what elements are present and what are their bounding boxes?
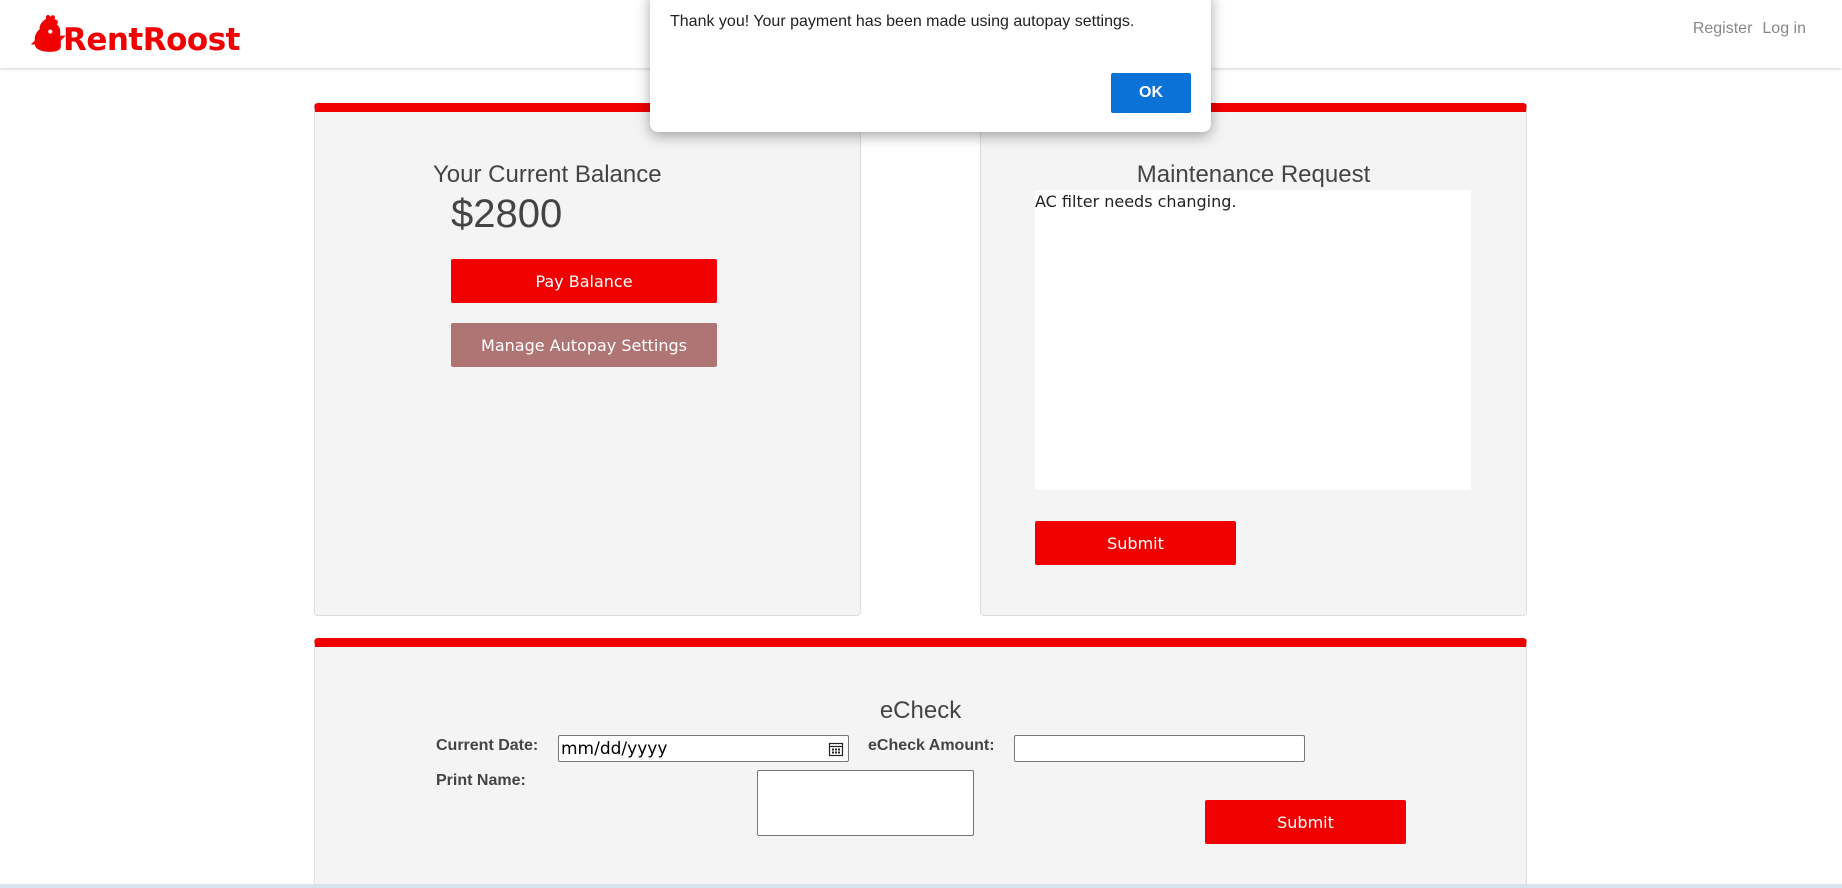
current-date-label: Current Date:	[436, 737, 539, 754]
maintenance-panel: Maintenance Request AC filter needs chan…	[980, 103, 1527, 616]
echeck-submit-button[interactable]: Submit	[1205, 800, 1406, 844]
current-date-input[interactable]: mm/dd/yyyy	[558, 735, 849, 762]
balance-panel: Your Current Balance $2800 Pay Balance M…	[314, 103, 861, 616]
register-link[interactable]: Register	[1693, 20, 1753, 38]
alert-dialog: Thank you! Your payment has been made us…	[650, 0, 1211, 132]
logo[interactable]: RentRoost	[30, 8, 241, 60]
dialog-ok-button[interactable]: OK	[1111, 73, 1191, 113]
print-name-label: Print Name:	[436, 772, 526, 789]
dialog-message: Thank you! Your payment has been made us…	[670, 13, 1135, 30]
manage-autopay-button[interactable]: Manage Autopay Settings	[451, 323, 717, 367]
pay-balance-button[interactable]: Pay Balance	[451, 259, 717, 303]
balance-title: Your Current Balance	[433, 161, 662, 188]
calendar-icon[interactable]	[828, 741, 844, 757]
echeck-amount-input[interactable]	[1014, 735, 1305, 762]
login-link[interactable]: Log in	[1762, 20, 1806, 38]
echeck-panel: eCheck Current Date: mm/dd/yyyy eCheck A…	[314, 638, 1527, 888]
auth-nav: Register Log in	[1693, 20, 1806, 38]
page: RentRoost Register Log in Your Current B…	[0, 0, 1842, 888]
echeck-amount-label: eCheck Amount:	[868, 737, 995, 754]
print-name-textarea[interactable]	[757, 770, 974, 836]
balance-amount: $2800	[451, 192, 563, 236]
bottom-strip	[0, 884, 1842, 888]
logo-text: RentRoost	[62, 22, 241, 58]
maintenance-submit-button[interactable]: Submit	[1035, 521, 1236, 565]
echeck-title: eCheck	[879, 697, 962, 724]
current-date-placeholder: mm/dd/yyyy	[561, 739, 668, 759]
maintenance-title: Maintenance Request	[1136, 161, 1371, 188]
maintenance-request-textarea[interactable]: AC filter needs changing.	[1035, 190, 1471, 490]
